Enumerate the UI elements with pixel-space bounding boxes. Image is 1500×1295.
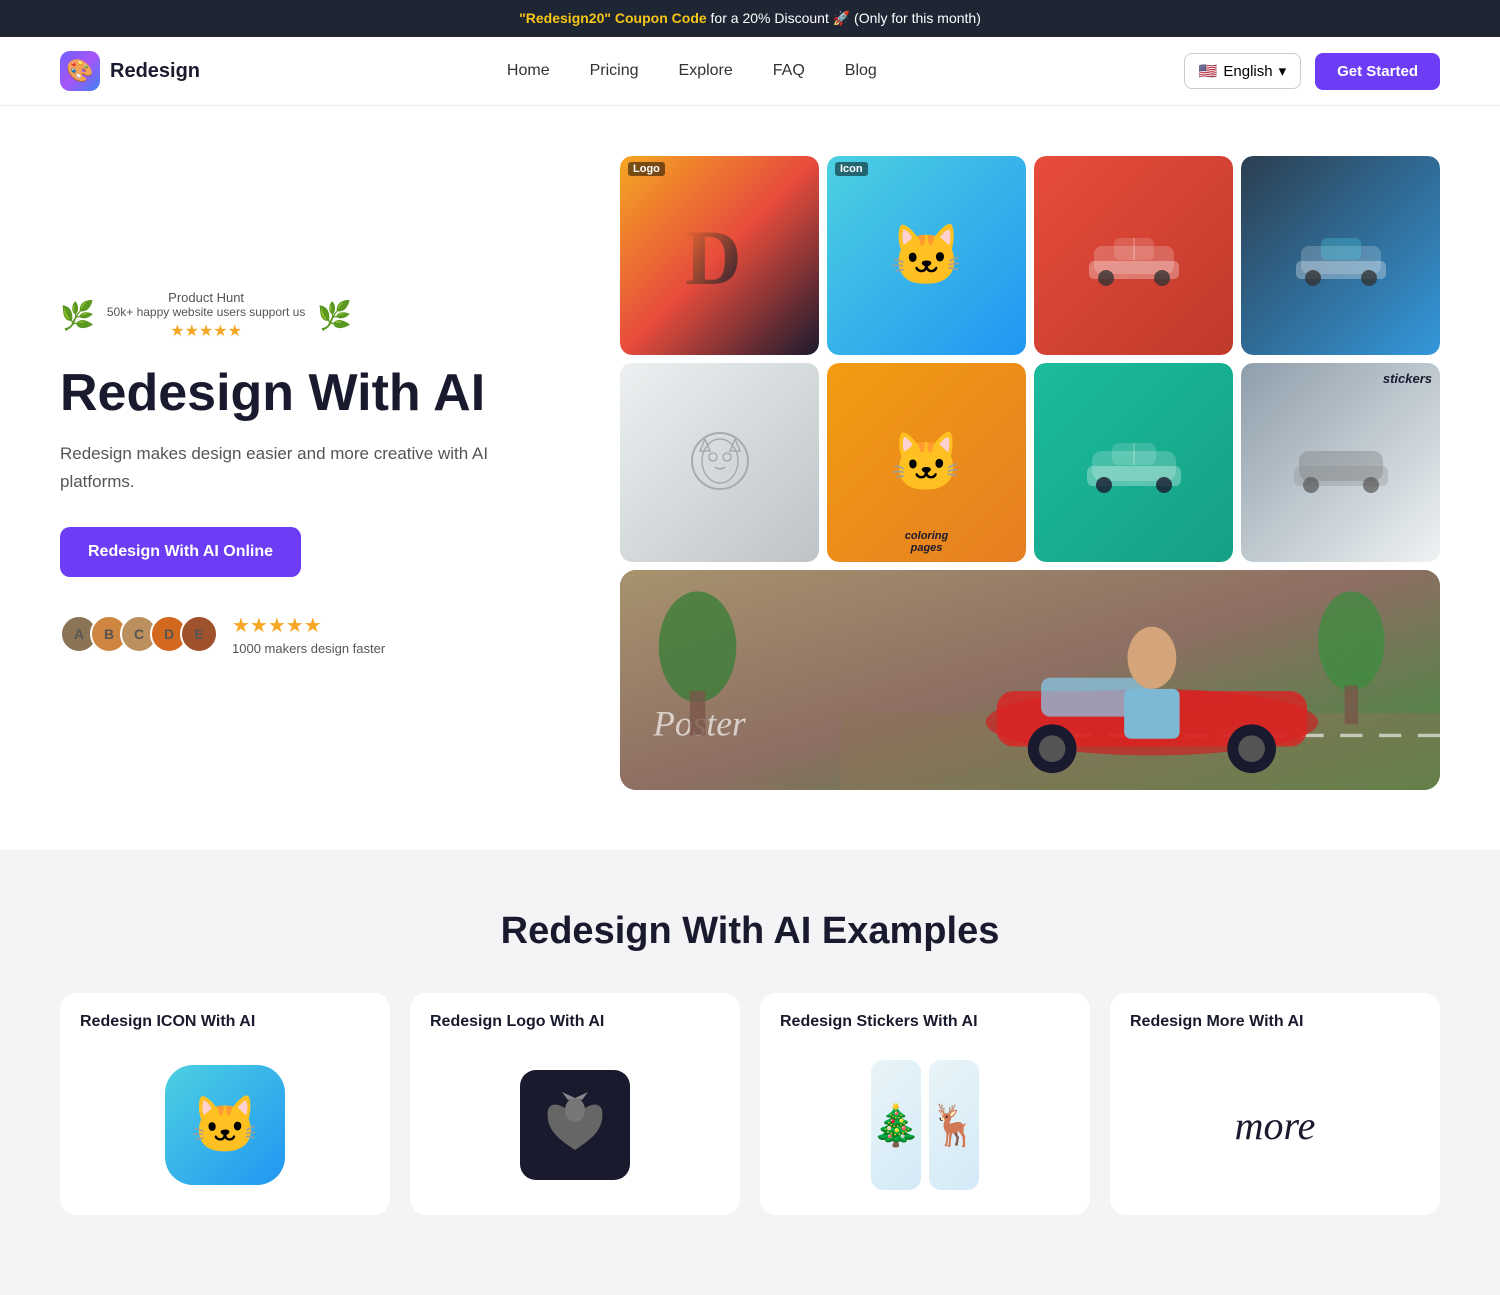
- laurel-left-icon: 🌿: [60, 299, 95, 332]
- cat2-emoji: 🐱: [890, 429, 962, 497]
- logo-text: Redesign: [110, 60, 200, 83]
- card-more-image: more: [1110, 1045, 1440, 1205]
- car4-svg: [1291, 433, 1391, 493]
- ph-title: Product Hunt: [107, 290, 305, 305]
- sticker-tree: 🎄: [871, 1060, 921, 1190]
- social-proof: A B C D E ★★★★★ 1000 makers design faste…: [60, 613, 560, 656]
- nav-item-blog[interactable]: Blog: [845, 62, 877, 80]
- hero-car1-image: [1034, 156, 1233, 355]
- get-started-button[interactable]: Get Started: [1315, 53, 1440, 90]
- logo-label: Logo: [628, 162, 665, 176]
- card-logo-title: Redesign Logo With AI: [410, 993, 740, 1045]
- icon-cat: 🐱: [889, 220, 964, 291]
- hero-image-row-2: 🐱 coloringpages: [620, 363, 1440, 562]
- lang-label: English: [1223, 63, 1272, 80]
- coloring-label: coloringpages: [905, 530, 948, 554]
- icon-card-graphic: 🐱: [165, 1065, 285, 1185]
- car2-svg: [1291, 226, 1391, 286]
- logo-icon: 🎨: [60, 51, 100, 91]
- hero-cat2-image: 🐱 coloringpages: [827, 363, 1026, 562]
- nav-item-pricing[interactable]: Pricing: [590, 62, 639, 80]
- hero-right: Logo D Icon 🐱: [620, 156, 1440, 790]
- hero-cta-button[interactable]: Redesign With AI Online: [60, 527, 301, 577]
- card-logo-image: [410, 1045, 740, 1205]
- example-card-more: Redesign More With AI more: [1110, 993, 1440, 1215]
- examples-section: Redesign With AI Examples Redesign ICON …: [0, 850, 1500, 1295]
- chevron-down-icon: ▾: [1279, 62, 1287, 80]
- laurel-right-icon: 🌿: [317, 299, 352, 332]
- top-banner: "Redesign20" Coupon Code for a 20% Disco…: [0, 0, 1500, 37]
- hero-section: 🌿 Product Hunt 50k+ happy website users …: [0, 106, 1500, 850]
- hero-left: 🌿 Product Hunt 50k+ happy website users …: [60, 290, 560, 656]
- example-card-icon: Redesign ICON With AI 🐱: [60, 993, 390, 1215]
- language-selector[interactable]: 🇺🇸 English ▾: [1184, 53, 1301, 89]
- ph-text: Product Hunt 50k+ happy website users su…: [107, 290, 305, 341]
- navbar: 🎨 Redesign Home Pricing Explore FAQ Blog…: [0, 37, 1500, 106]
- logo-svg: D: [680, 216, 760, 296]
- product-hunt-badge: 🌿 Product Hunt 50k+ happy website users …: [60, 290, 560, 341]
- sticker-area: 🎄 🦌: [855, 1060, 995, 1190]
- stickers-label: stickers: [1383, 371, 1432, 386]
- ph-stars: ★★★★★: [107, 321, 305, 341]
- nav-right: 🇺🇸 English ▾ Get Started: [1184, 53, 1440, 90]
- nav-item-faq[interactable]: FAQ: [773, 62, 805, 80]
- nav-links: Home Pricing Explore FAQ Blog: [507, 62, 877, 80]
- avatar: E: [180, 615, 218, 653]
- hero-icon-image: Icon 🐱: [827, 156, 1026, 355]
- example-card-stickers: Redesign Stickers With AI 🎄 🦌: [760, 993, 1090, 1215]
- hero-logo-image: Logo D: [620, 156, 819, 355]
- examples-title: Redesign With AI Examples: [60, 910, 1440, 953]
- hero-heading: Redesign With AI: [60, 365, 560, 422]
- hero-car3-image: [1034, 363, 1233, 562]
- more-label: more: [1235, 1102, 1316, 1149]
- icon-label: Icon: [835, 162, 868, 176]
- proof-info: ★★★★★ 1000 makers design faster: [232, 613, 385, 656]
- nav-item-home[interactable]: Home: [507, 62, 550, 80]
- ph-subtitle: 50k+ happy website users support us: [107, 305, 305, 319]
- example-card-logo: Redesign Logo With AI: [410, 993, 740, 1215]
- cat-icon: 🐱: [190, 1092, 260, 1158]
- card-stickers-image: 🎄 🦌: [760, 1045, 1090, 1205]
- hero-image-row-1: Logo D Icon 🐱: [620, 156, 1440, 355]
- hero-cat1-image: [620, 363, 819, 562]
- banner-text: for a 20% Discount 🚀 (Only for this mont…: [707, 10, 981, 26]
- hero-subtext: Redesign makes design easier and more cr…: [60, 440, 560, 494]
- proof-stars: ★★★★★: [232, 613, 385, 638]
- logo-card-graphic: [520, 1070, 630, 1180]
- card-stickers-title: Redesign Stickers With AI: [760, 993, 1090, 1045]
- flag-icon: 🇺🇸: [1199, 62, 1218, 80]
- hero-poster-image: Poster: [620, 570, 1440, 790]
- svg-text:D: D: [685, 216, 741, 296]
- coupon-code: "Redesign20" Coupon Code: [519, 10, 707, 26]
- avatar-group: A B C D E: [60, 615, 218, 653]
- nav-item-explore[interactable]: Explore: [679, 62, 733, 80]
- examples-grid: Redesign ICON With AI 🐱 Redesign Logo Wi…: [60, 993, 1440, 1215]
- hero-car4-image: stickers: [1241, 363, 1440, 562]
- poster-svg: Poster: [620, 570, 1440, 790]
- proof-text: 1000 makers design faster: [232, 641, 385, 656]
- cat1-svg: [685, 423, 755, 503]
- card-icon-title: Redesign ICON With AI: [60, 993, 390, 1045]
- car3-svg: [1084, 433, 1184, 493]
- card-more-title: Redesign More With AI: [1110, 993, 1440, 1045]
- car1-svg: [1084, 226, 1184, 286]
- card-icon-image: 🐱: [60, 1045, 390, 1205]
- hero-car2-image: [1241, 156, 1440, 355]
- logo[interactable]: 🎨 Redesign: [60, 51, 200, 91]
- sticker-deer: 🦌: [929, 1060, 979, 1190]
- logo-card-svg: [540, 1090, 610, 1160]
